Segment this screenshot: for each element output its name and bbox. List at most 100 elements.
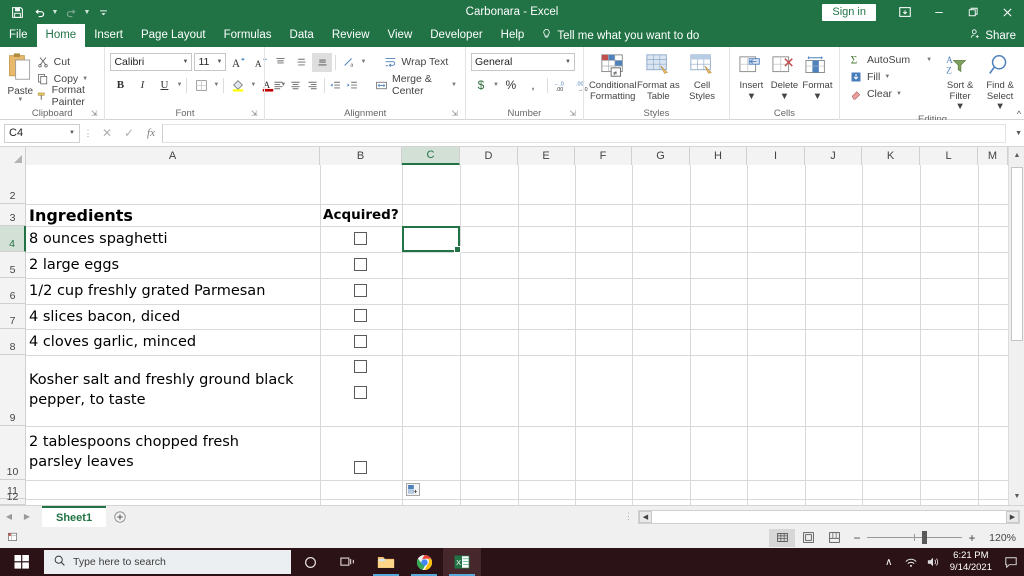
zoom-slider[interactable] (867, 529, 962, 547)
scroll-left-icon[interactable]: ◀ (639, 510, 652, 523)
align-right-icon[interactable] (305, 76, 321, 95)
zoom-slider-thumb[interactable] (922, 531, 927, 544)
tab-file[interactable]: File (0, 24, 37, 47)
fill-color-icon[interactable] (228, 76, 248, 95)
orientation-icon[interactable]: a (339, 53, 359, 72)
fill-dropdown-icon[interactable]: ▼ (884, 74, 890, 80)
tab-page-layout[interactable]: Page Layout (132, 24, 215, 47)
font-name-input[interactable]: Calibri ▼ (110, 53, 193, 71)
increase-decimal-icon[interactable]: ←.0.00 (552, 76, 572, 95)
page-break-preview-button[interactable] (821, 529, 847, 547)
excel-taskbar-icon[interactable]: X (443, 548, 481, 576)
add-sheet-icon[interactable] (106, 510, 134, 524)
horizontal-scrollbar[interactable]: ◀ ▶ (638, 509, 1020, 524)
middle-align-icon[interactable] (291, 53, 311, 72)
format-cells-button[interactable]: Format ▼ (801, 50, 834, 102)
name-box-dropdown-icon[interactable]: ▼ (69, 130, 75, 136)
close-icon[interactable] (990, 0, 1024, 24)
clear-dropdown-icon[interactable]: ▼ (896, 91, 902, 97)
scroll-right-icon[interactable]: ▶ (1006, 510, 1019, 523)
expand-formula-bar-icon[interactable]: ▼ (1015, 130, 1022, 137)
decrease-indent-icon[interactable] (327, 76, 343, 95)
fill-button[interactable]: Fill ▼ (849, 68, 932, 85)
customize-qat-icon[interactable] (92, 2, 114, 22)
find-select-button[interactable]: Find & Select ▼ (980, 50, 1020, 113)
number-format-dropdown-icon[interactable]: ▼ (565, 59, 571, 65)
cut-button[interactable]: Cut (36, 53, 100, 70)
acquired-checkbox-row10[interactable] (354, 461, 367, 474)
column-header-H[interactable]: H (690, 147, 747, 165)
formula-bar-grip[interactable]: ⋮ (80, 128, 96, 139)
scroll-down-icon[interactable]: ▼ (1009, 488, 1024, 505)
tab-developer[interactable]: Developer (421, 24, 491, 47)
minimize-icon[interactable] (922, 0, 956, 24)
italic-button[interactable]: I (132, 76, 152, 95)
accounting-dropdown-icon[interactable]: ▼ (493, 82, 499, 88)
ribbon-display-options-icon[interactable] (888, 0, 922, 24)
borders-dropdown-icon[interactable]: ▼ (213, 82, 219, 88)
active-cell-selection-C4[interactable] (402, 226, 461, 253)
column-header-E[interactable]: E (518, 147, 575, 165)
cell-A5[interactable]: 2 large eggs (26, 252, 320, 278)
formula-input[interactable] (162, 123, 1006, 143)
column-header-A[interactable]: A (26, 147, 320, 165)
cell-A7[interactable]: 4 slices bacon, diced (26, 304, 320, 329)
previous-sheet-icon[interactable]: ◀ (0, 512, 18, 521)
format-cells-dropdown-icon[interactable]: ▼ (813, 91, 822, 103)
maximize-restore-icon[interactable] (956, 0, 990, 24)
cell-A8[interactable]: 4 cloves garlic, minced (26, 329, 320, 355)
increase-font-size-icon[interactable]: A (228, 53, 248, 72)
tab-help[interactable]: Help (492, 24, 534, 47)
copy-dropdown-icon[interactable]: ▼ (82, 76, 88, 82)
zoom-in-button[interactable]: + (962, 531, 982, 545)
row-header-4[interactable]: 4 (0, 226, 26, 252)
cell-A9[interactable]: Kosher salt and freshly ground black pep… (26, 355, 306, 426)
tab-view[interactable]: View (379, 24, 422, 47)
column-header-G[interactable]: G (632, 147, 690, 165)
start-button[interactable] (0, 548, 44, 576)
network-icon[interactable] (900, 556, 922, 568)
acquired-checkbox-row8[interactable] (354, 335, 367, 348)
cortana-icon[interactable] (291, 548, 329, 576)
alignment-dialog-launcher[interactable]: ⇲ (451, 107, 458, 120)
row-header-6[interactable]: 6 (0, 278, 26, 304)
sheet-tab-sheet1[interactable]: Sheet1 (42, 506, 107, 527)
row-header-9[interactable]: 9 (0, 355, 26, 426)
font-name-dropdown-icon[interactable]: ▼ (183, 59, 189, 65)
chrome-icon[interactable] (405, 548, 443, 576)
format-as-table-button[interactable]: Format as Table (636, 50, 680, 102)
undo-icon[interactable] (28, 2, 50, 22)
undo-dropdown-icon[interactable]: ▼ (50, 2, 60, 22)
enter-formula-icon[interactable]: ✓ (118, 123, 140, 143)
bold-button[interactable]: B (110, 76, 130, 95)
task-view-icon[interactable] (329, 548, 367, 576)
tab-formulas[interactable]: Formulas (215, 24, 281, 47)
column-header-C[interactable]: C (402, 147, 460, 165)
cell-A3[interactable]: Ingredients (26, 204, 320, 226)
number-dialog-launcher[interactable]: ⇲ (569, 107, 576, 120)
clear-button[interactable]: Clear ▼ (849, 85, 932, 102)
underline-dropdown-icon[interactable]: ▼ (176, 82, 182, 88)
insert-cells-button[interactable]: Insert ▼ (735, 50, 768, 102)
next-sheet-icon[interactable]: ▶ (18, 512, 36, 521)
insert-cells-dropdown-icon[interactable]: ▼ (747, 91, 756, 103)
row-header-5[interactable]: 5 (0, 252, 26, 278)
conditional-formatting-button[interactable]: ≠ Conditional Formatting (589, 50, 636, 102)
orientation-dropdown-icon[interactable]: ▼ (360, 59, 366, 65)
font-size-input[interactable]: 11 ▼ (194, 53, 227, 71)
column-header-F[interactable]: F (575, 147, 632, 165)
underline-button[interactable]: U (154, 76, 174, 95)
row-header-7[interactable]: 7 (0, 304, 26, 329)
top-align-icon[interactable] (270, 53, 290, 72)
fill-color-dropdown-icon[interactable]: ▼ (250, 82, 256, 88)
tab-home[interactable]: Home (36, 24, 86, 47)
volume-icon[interactable] (922, 556, 944, 568)
normal-view-button[interactable] (769, 528, 795, 547)
format-painter-button[interactable]: Format Painter (36, 84, 100, 108)
column-header-M[interactable]: M (978, 147, 1008, 165)
tab-split-grip[interactable]: ⋮ (624, 511, 634, 522)
file-explorer-icon[interactable] (367, 548, 405, 576)
taskbar-search-box[interactable]: Type here to search (44, 550, 291, 574)
cell-A6[interactable]: 1/2 cup freshly grated Parmesan (26, 278, 320, 304)
acquired-checkbox-row4[interactable] (354, 232, 367, 245)
